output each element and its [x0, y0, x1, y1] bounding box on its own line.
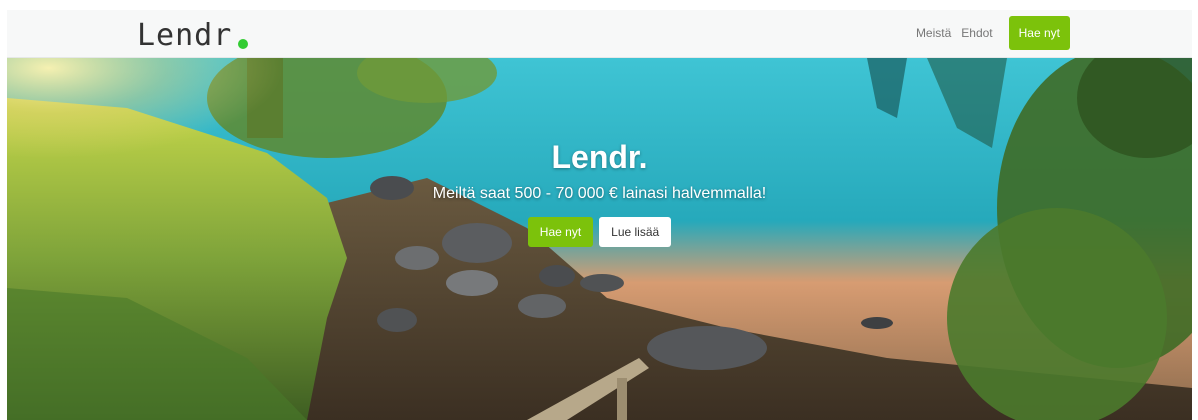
brand-name: Lendr: [137, 18, 233, 53]
hero-title: Lendr.: [551, 139, 648, 175]
nav-links: Meistä Ehdot Hae nyt: [916, 16, 1070, 50]
hero-subtitle: Meiltä saat 500 - 70 000 € lainasi halve…: [432, 185, 767, 202]
hero-section: Lendr. Meiltä saat 500 - 70 000 € lainas…: [7, 58, 1192, 420]
green-dot-icon: [238, 39, 249, 49]
page-frame: Lendr Meistä Ehdot Hae nyt Lendr. Meiltä…: [7, 10, 1192, 420]
brand-logo[interactable]: Lendr: [137, 15, 249, 53]
hero-apply-button[interactable]: Hae nyt: [527, 217, 594, 247]
navbar: Lendr Meistä Ehdot Hae nyt: [7, 10, 1192, 58]
nav-link-meista[interactable]: Meistä: [916, 16, 951, 50]
hero-buttons: Hae nyt Lue lisää: [7, 217, 1192, 247]
nav-apply-button[interactable]: Hae nyt: [1008, 16, 1070, 50]
nav-link-ehdot[interactable]: Ehdot: [961, 16, 992, 50]
hero-content: Lendr. Meiltä saat 500 - 70 000 € lainas…: [7, 138, 1192, 247]
hero-read-more-button[interactable]: Lue lisää: [599, 217, 672, 247]
